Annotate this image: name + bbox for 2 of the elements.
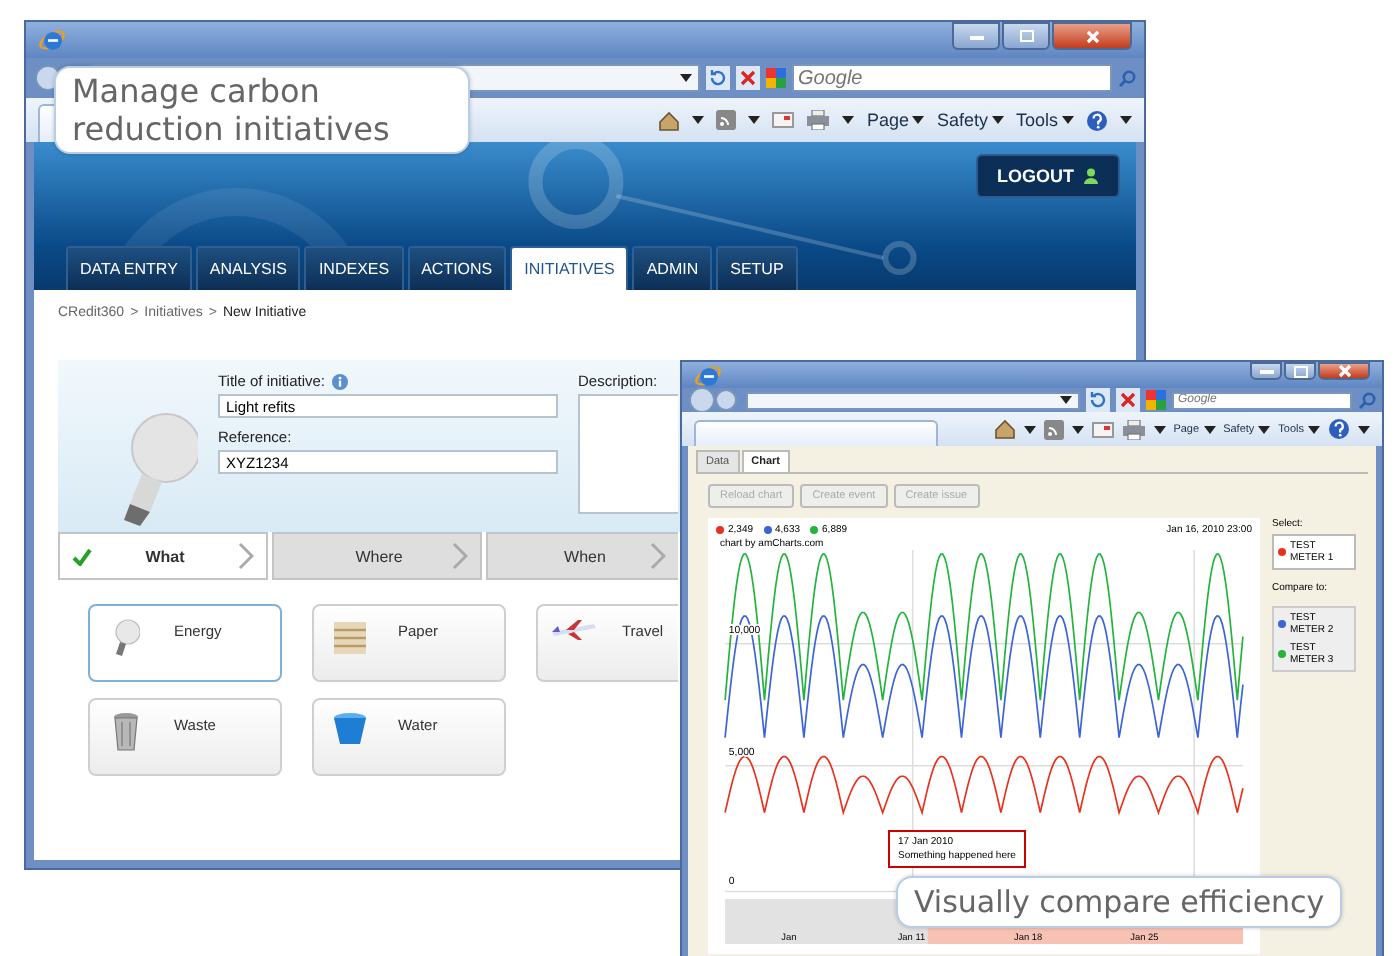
- callout-tooltip: Visually compare efficiency: [896, 876, 1343, 928]
- callout-tooltip: Manage carbon reduction initiatives: [54, 66, 470, 154]
